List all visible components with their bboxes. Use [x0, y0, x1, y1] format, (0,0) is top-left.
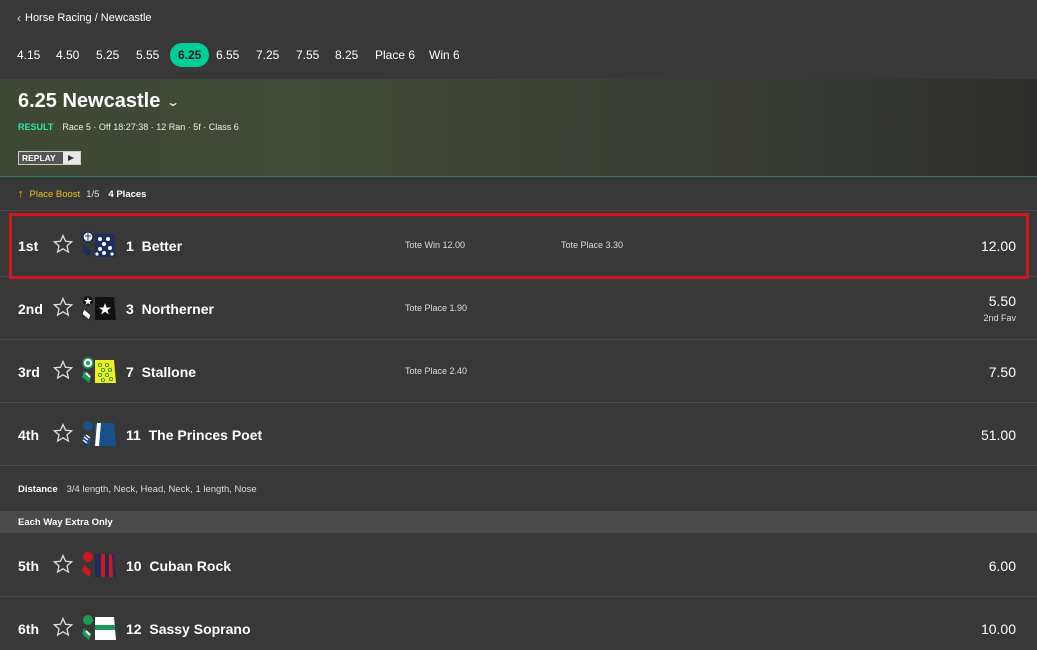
boost-fraction: 1/5 [86, 188, 100, 200]
star-icon[interactable] [53, 297, 73, 317]
distance-label: Distance [18, 483, 58, 495]
sp-price: 51.00 [980, 427, 1016, 443]
race-title-text: 6.25 Newcastle [18, 90, 161, 112]
replay-label: REPLAY [22, 153, 56, 163]
finish-position: 2nd [18, 301, 43, 317]
runner-row[interactable]: 2nd 3 Northerner Tote Place 1.90 5.50 2n… [0, 277, 1037, 340]
jockey-silk-icon [82, 421, 116, 446]
breadcrumb[interactable]: ‹ Horse Racing / Newcastle [17, 11, 152, 25]
runner-row[interactable]: 4th 11 The Princes Poet 51.00 [0, 403, 1037, 466]
runner-name: 1 Better [126, 238, 183, 254]
runner-row[interactable]: 6th 12 Sassy Soprano 10.00 [0, 597, 1037, 650]
runner-name: 10 Cuban Rock [126, 558, 232, 574]
race-title[interactable]: 6.25 Newcastle ⌄ [18, 90, 181, 113]
runner-row[interactable]: 1st 1 Better Tote Win 12.00 Tote Place 3… [0, 214, 1037, 277]
jockey-silk-icon [82, 357, 116, 383]
tab-place-6[interactable]: Place 6 [375, 43, 415, 67]
tab-time-7-25[interactable]: 7.25 [256, 43, 279, 67]
finish-position: 1st [18, 238, 39, 254]
breadcrumb-label: Horse Racing / Newcastle [25, 12, 152, 24]
sp-price: 5.50 [988, 293, 1016, 309]
sp-price: 6.00 [988, 558, 1016, 574]
jockey-silk-icon [81, 296, 116, 321]
tote-place: Tote Place 2.40 [405, 366, 468, 376]
tab-time-4-50[interactable]: 4.50 [56, 43, 79, 67]
sp-price: 12.00 [980, 238, 1016, 254]
result-badge: RESULT [18, 122, 54, 132]
star-icon[interactable] [53, 360, 73, 380]
runner-name: 11 The Princes Poet [126, 427, 263, 443]
tab-time-5-25[interactable]: 5.25 [96, 43, 119, 67]
tote-place: Tote Place 1.90 [405, 303, 468, 313]
finish-position: 3rd [18, 364, 40, 380]
runner-row[interactable]: 5th 10 Cuban Rock 6.00 [0, 534, 1037, 597]
boost-label: Place Boost [29, 188, 81, 200]
play-icon [62, 152, 80, 164]
favourite-label: 2nd Fav [983, 313, 1016, 323]
tab-time-4-15[interactable]: 4.15 [17, 43, 40, 67]
finish-position: 4th [18, 427, 39, 443]
tab-time-7-55[interactable]: 7.55 [296, 43, 319, 67]
distance-row: Distance 3/4 length, Neck, Head, Neck, 1… [0, 467, 1037, 511]
star-icon[interactable] [53, 423, 73, 443]
tab-time-6-55[interactable]: 6.55 [216, 43, 239, 67]
race-header: 6.25 Newcastle ⌄ RESULT Race 5 · Off 18:… [0, 79, 1037, 177]
runner-name: 3 Northerner [126, 301, 214, 317]
race-nav: ‹ Horse Racing / Newcastle 4.15 4.50 5.2… [0, 0, 1037, 79]
chevron-down-icon: ⌄ [166, 94, 181, 109]
tab-time-6-25[interactable]: 6.25 [170, 43, 210, 67]
finish-position: 5th [18, 558, 39, 574]
race-info: Race 5 · Off 18:27:38 · 12 Ran · 5f · Cl… [62, 122, 239, 132]
boost-places: 4 Places [108, 188, 147, 200]
distance-value: 3/4 length, Neck, Head, Neck, 1 length, … [66, 483, 257, 495]
finish-position: 6th [18, 621, 39, 637]
replay-button[interactable]: REPLAY [18, 151, 81, 165]
chevron-left-icon: ‹ [17, 11, 21, 25]
boost-arrow-icon: ↑ [18, 188, 24, 200]
star-icon[interactable] [53, 554, 73, 574]
runner-row[interactable]: 3rd 7 Stallone Tote Place 2.40 7.50 [0, 340, 1037, 403]
tab-time-8-25[interactable]: 8.25 [335, 43, 358, 67]
star-icon[interactable] [53, 617, 73, 637]
tote-win: Tote Win 12.00 [405, 240, 466, 250]
tab-win-6[interactable]: Win 6 [429, 43, 460, 67]
each-way-extra-header: Each Way Extra Only [0, 511, 1037, 533]
runner-name: 12 Sassy Soprano [126, 621, 251, 637]
runner-name: 7 Stallone [126, 364, 197, 380]
sp-price: 7.50 [988, 364, 1016, 380]
tab-time-5-55[interactable]: 5.55 [136, 43, 159, 67]
place-boost-bar: ↑ Place Boost 1/5 4 Places [0, 178, 1037, 211]
star-icon[interactable] [53, 234, 73, 254]
tote-place: Tote Place 3.30 [561, 240, 624, 250]
race-meta: RESULT Race 5 · Off 18:27:38 · 12 Ran · … [18, 122, 239, 132]
jockey-silk-icon [82, 552, 116, 577]
jockey-silk-icon [82, 231, 116, 257]
sp-price: 10.00 [980, 621, 1016, 637]
jockey-silk-icon [82, 615, 116, 640]
